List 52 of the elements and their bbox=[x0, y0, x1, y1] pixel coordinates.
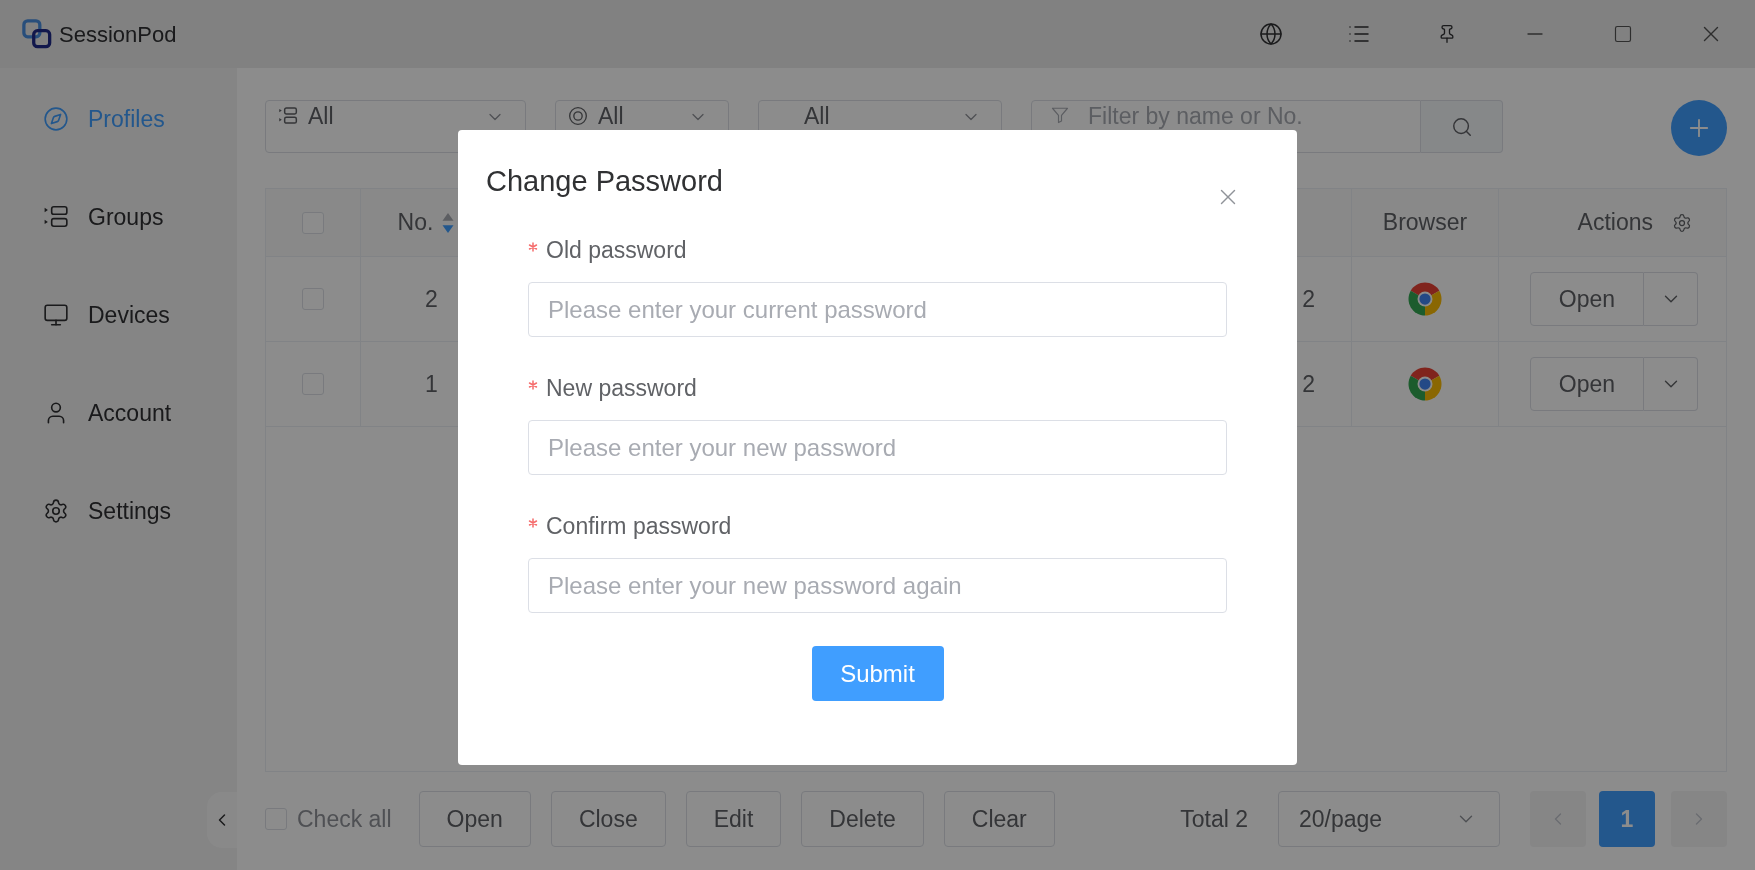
column-value: 2 bbox=[1302, 284, 1315, 314]
toolbar-button[interactable]: Clear bbox=[943, 791, 1055, 847]
ring-icon bbox=[568, 106, 588, 126]
settings-icon[interactable] bbox=[1672, 212, 1692, 233]
sort-icon[interactable] bbox=[441, 211, 456, 234]
column-header: No. bbox=[397, 208, 434, 238]
check-all-label[interactable]: Check all bbox=[297, 801, 392, 837]
column-header: Actions bbox=[1577, 208, 1653, 238]
sidebar-item[interactable]: Profiles bbox=[0, 70, 237, 168]
password-field[interactable]: Please enter your current password bbox=[528, 282, 1227, 337]
sidebar-item[interactable]: Devices bbox=[0, 266, 237, 364]
profile-number: 1 bbox=[425, 369, 438, 399]
dialog-title: Change Password bbox=[486, 164, 723, 199]
browser-logo-icon bbox=[1407, 366, 1443, 402]
submit-button[interactable]: Submit bbox=[811, 646, 944, 701]
search-button[interactable] bbox=[1421, 100, 1503, 153]
open-button[interactable]: Open bbox=[1530, 272, 1644, 326]
column-header: Browser bbox=[1382, 208, 1468, 238]
sidebar-item[interactable]: Account bbox=[0, 364, 237, 462]
window-title: SessionPod bbox=[59, 20, 177, 49]
open-button[interactable]: Open bbox=[1530, 357, 1644, 411]
dropdown-button[interactable] bbox=[1644, 357, 1698, 411]
page-button[interactable]: 1 bbox=[1599, 791, 1655, 847]
field-label: Confirm password bbox=[546, 512, 732, 541]
sidebar-item[interactable]: Groups bbox=[0, 168, 237, 266]
app-logo-icon bbox=[22, 19, 52, 49]
toolbar-button[interactable]: Edit bbox=[685, 791, 782, 847]
globe-icon[interactable] bbox=[1259, 22, 1283, 46]
page-size-select[interactable]: 20/page bbox=[1278, 791, 1500, 847]
column-value: 2 bbox=[1302, 369, 1315, 399]
funnel-icon bbox=[1051, 106, 1069, 124]
settings-icon bbox=[43, 498, 69, 524]
sidebar-item[interactable]: Settings bbox=[0, 462, 237, 560]
password-field[interactable]: Please enter your new password bbox=[528, 420, 1227, 475]
add-button[interactable] bbox=[1671, 100, 1727, 156]
field-label: New password bbox=[546, 374, 697, 403]
search-icon bbox=[1450, 115, 1473, 138]
maximize-icon[interactable] bbox=[1613, 24, 1633, 44]
compass-icon bbox=[43, 106, 69, 132]
toolbar-button[interactable]: Open bbox=[418, 791, 531, 847]
group-list-icon bbox=[278, 106, 298, 126]
collapse-sidebar-button[interactable] bbox=[207, 792, 237, 848]
browser-logo-icon bbox=[1407, 281, 1443, 317]
field-label: Old password bbox=[546, 236, 687, 265]
password-field[interactable]: Please enter your new password again bbox=[528, 558, 1227, 613]
monitor-icon bbox=[43, 302, 69, 328]
toolbar-button[interactable]: Delete bbox=[801, 791, 924, 847]
dropdown-button[interactable] bbox=[1644, 272, 1698, 326]
profile-number: 2 bbox=[425, 284, 438, 314]
toolbar-button[interactable]: Close bbox=[550, 791, 666, 847]
group-list-icon bbox=[43, 204, 69, 230]
total-count: Total 2 bbox=[1180, 804, 1248, 834]
